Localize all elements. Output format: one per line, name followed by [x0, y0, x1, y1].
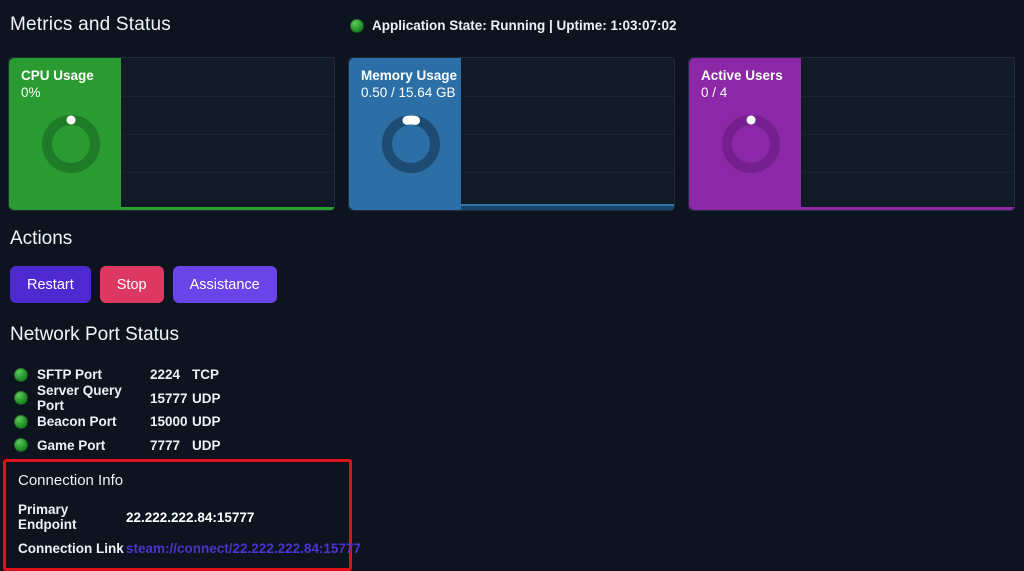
status-dot-icon: [350, 18, 364, 33]
page-title: Metrics and Status: [10, 14, 171, 35]
users-value: 0 / 4: [701, 85, 728, 100]
gridline: [121, 172, 334, 173]
steam-connect-link[interactable]: steam://connect/22.222.222.84:15777: [126, 541, 361, 556]
port-name: Beacon Port: [37, 414, 117, 430]
application-status-text: Application State: Running | Uptime: 1:0…: [372, 18, 677, 33]
cpu-gauge-icon: [42, 115, 100, 173]
cpu-panel: CPU Usage 0%: [9, 58, 121, 210]
cpu-sparkline: [121, 207, 334, 210]
port-row-game: Game Port 7777 UDP: [14, 434, 1024, 458]
metric-card-memory: Memory Usage 0.50 / 15.64 GB: [348, 57, 675, 211]
memory-title: Memory Usage: [361, 68, 458, 83]
connection-link-label: Connection Link: [18, 541, 124, 556]
primary-endpoint-row: Primary Endpoint 22.222.222.84:15777: [18, 502, 337, 532]
connection-info-heading: Connection Info: [18, 472, 124, 489]
ports-heading: Network Port Status: [10, 324, 179, 345]
port-number: 7777: [150, 437, 181, 453]
memory-panel: Memory Usage 0.50 / 15.64 GB: [349, 58, 461, 210]
restart-button[interactable]: Restart: [10, 266, 91, 303]
users-panel: Active Users 0 / 4: [689, 58, 801, 210]
cpu-title: CPU Usage: [21, 68, 94, 83]
server-dashboard: Metrics and Status Application State: Ru…: [0, 0, 1024, 571]
cpu-history-chart: [121, 58, 334, 210]
gridline: [801, 134, 1014, 135]
port-status-dot-icon: [14, 414, 28, 429]
users-title: Active Users: [701, 68, 783, 83]
port-name: SFTP Port: [37, 367, 103, 383]
gridline: [801, 96, 1014, 97]
port-number: 15000: [150, 414, 188, 430]
port-row-query: Server Query Port 15777 UDP: [14, 383, 1024, 413]
gridline: [121, 96, 334, 97]
memory-value: 0.50 / 15.64 GB: [361, 85, 456, 100]
users-gauge-icon: [722, 115, 780, 173]
port-status-dot-icon: [14, 391, 28, 406]
port-name: Server Query Port: [37, 383, 122, 414]
users-history-chart: [801, 58, 1014, 210]
gridline: [461, 172, 674, 173]
port-list: SFTP Port 2224 TCP Server Query Port 157…: [14, 363, 1024, 457]
memory-gauge-icon: [382, 115, 440, 173]
metric-card-cpu: CPU Usage 0%: [8, 57, 335, 211]
port-protocol: UDP: [192, 437, 221, 453]
port-row-beacon: Beacon Port 15000 UDP: [14, 410, 1024, 434]
cpu-value: 0%: [21, 85, 41, 100]
metric-cards-row: CPU Usage 0% Memory Usage 0.50 / 15.64 G…: [8, 57, 1015, 211]
metric-card-users: Active Users 0 / 4: [688, 57, 1015, 211]
port-protocol: TCP: [192, 367, 219, 383]
assistance-button[interactable]: Assistance: [172, 266, 277, 303]
memory-history-chart: [461, 58, 674, 210]
connection-link-row: Connection Link steam://connect/22.222.2…: [18, 541, 361, 556]
primary-endpoint-label: Primary Endpoint: [18, 502, 77, 532]
application-status: Application State: Running | Uptime: 1:0…: [350, 14, 677, 33]
memory-sparkline: [461, 204, 674, 210]
port-status-dot-icon: [14, 367, 28, 382]
stop-button[interactable]: Stop: [99, 266, 164, 303]
connection-info-rows: Primary Endpoint 22.222.222.84:15777 Con…: [18, 502, 361, 556]
port-name: Game Port: [37, 437, 106, 453]
gridline: [121, 134, 334, 135]
connection-info-panel: Connection Info Primary Endpoint 22.222.…: [3, 459, 361, 571]
gridline: [461, 134, 674, 135]
gridline: [801, 172, 1014, 173]
actions-buttons: Restart Stop Assistance: [10, 266, 1024, 303]
port-row-sftp: SFTP Port 2224 TCP: [14, 363, 1024, 387]
actions-heading: Actions: [10, 228, 73, 249]
port-number: 15777: [150, 390, 188, 406]
gridline: [461, 96, 674, 97]
users-sparkline: [801, 207, 1014, 210]
header: Metrics and Status Application State: Ru…: [0, 0, 1024, 36]
port-protocol: UDP: [192, 414, 221, 430]
port-protocol: UDP: [192, 390, 221, 406]
port-number: 2224: [150, 367, 181, 383]
port-status-dot-icon: [14, 438, 28, 453]
primary-endpoint-value: 22.222.222.84:15777: [126, 509, 255, 525]
